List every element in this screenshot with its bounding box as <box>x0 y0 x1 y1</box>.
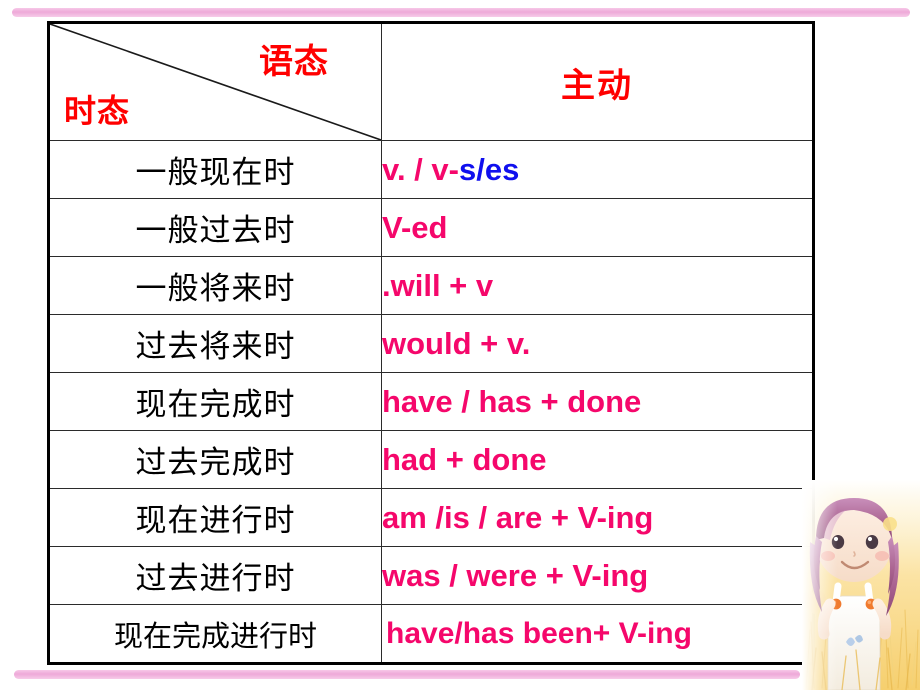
tense-voice-table: 语态 时态 主动 一般现在时 v. / v-s/es 一般过去时 V-ed 一般… <box>47 21 815 665</box>
tense-name-cell: 过去将来时 <box>48 314 382 373</box>
verb-form-cell: had + done <box>381 430 814 489</box>
cartoon-girl-illustration <box>802 480 920 690</box>
verb-form-cell: V-ed <box>381 198 814 257</box>
table-body: 一般现在时 v. / v-s/es 一般过去时 V-ed 一般将来时 .will… <box>48 140 814 664</box>
cartoon-girl-graphic <box>802 480 920 690</box>
tense-name-cell: 现在进行时 <box>48 488 382 547</box>
verb-form-text: v. / v- <box>382 151 459 187</box>
bottom-divider-rule <box>14 670 800 679</box>
tense-name-cell: 一般过去时 <box>48 198 382 257</box>
verb-form-cell: would + v. <box>381 314 814 373</box>
table-row: 一般过去时 V-ed <box>48 198 814 257</box>
table-row: 过去进行时 was / were + V-ing <box>48 546 814 605</box>
table-row: 现在完成时 have / has + done <box>48 372 814 431</box>
tense-name-cell: 一般将来时 <box>48 256 382 315</box>
table-row: 一般现在时 v. / v-s/es <box>48 140 814 199</box>
header-tense-label: 时态 <box>64 92 131 130</box>
table-row: 一般将来时 .will + v <box>48 256 814 315</box>
tense-name-cell: 过去完成时 <box>48 430 382 489</box>
verb-form-cell: .will + v <box>381 256 814 315</box>
verb-form-cell: have/has been+ V-ing <box>381 604 814 664</box>
header-diagonal-cell: 语态 时态 <box>48 22 382 141</box>
verb-form-cell: am /is / are + V-ing <box>381 488 814 547</box>
tense-name-cell: 过去进行时 <box>48 546 382 605</box>
verb-form-highlight: s/es <box>458 151 520 187</box>
table-row: 现在完成进行时 have/has been+ V-ing <box>48 604 814 664</box>
table-header-row: 语态 时态 主动 <box>48 22 814 141</box>
table-row: 过去完成时 had + done <box>48 430 814 489</box>
tense-name-cell: 一般现在时 <box>48 140 382 199</box>
verb-form-cell: v. / v-s/es <box>381 140 814 199</box>
table-row: 过去将来时 would + v. <box>48 314 814 373</box>
tense-name-cell: 现在完成时 <box>48 372 382 431</box>
header-active-voice-label: 主动 <box>381 22 814 141</box>
header-voice-label: 语态 <box>259 42 329 82</box>
tense-name-cell: 现在完成进行时 <box>48 604 382 664</box>
table-row: 现在进行时 am /is / are + V-ing <box>48 488 814 547</box>
verb-form-cell: was / were + V-ing <box>381 546 814 605</box>
verb-form-cell: have / has + done <box>381 372 814 431</box>
top-divider-rule <box>12 8 910 17</box>
